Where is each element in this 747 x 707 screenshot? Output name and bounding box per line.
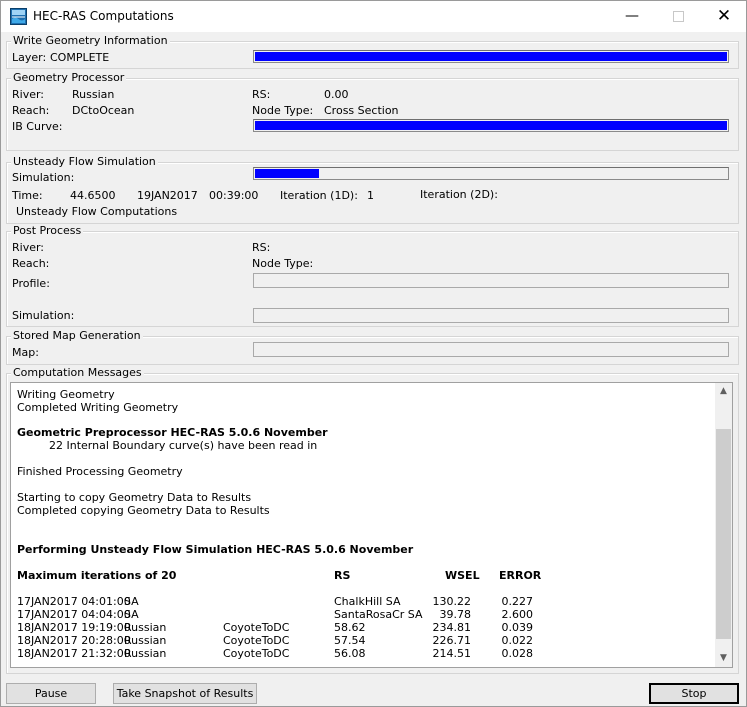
message-line: Finished Processing Geometry [17, 465, 183, 478]
row-rs: 57.54 [334, 634, 366, 647]
group-title: Computation Messages [11, 366, 144, 379]
progress-fill [255, 121, 727, 130]
row-wsel: 130.22 [432, 595, 472, 608]
table-header-error: ERROR [499, 569, 542, 582]
clock-value: 00:39:00 [209, 189, 259, 202]
row-date: 17JAN2017 04:04:00 [17, 608, 131, 621]
table-header-iterations: Maximum iterations of 20 [17, 569, 177, 582]
simulation-label: Simulation: [12, 309, 75, 322]
row-reach: CoyoteToDC [223, 647, 290, 660]
message-line: Writing Geometry [17, 388, 115, 401]
minimize-icon: — [625, 8, 639, 24]
group-title: Write Geometry Information [11, 34, 170, 47]
map-progress-bar [253, 342, 729, 357]
group-title: Stored Map Generation [11, 329, 143, 342]
computation-messages-textbox[interactable]: Writing Geometry Completed Writing Geome… [10, 382, 733, 668]
message-header: Geometric Preprocessor HEC-RAS 5.0.6 Nov… [17, 426, 328, 439]
row-error: 2.600 [501, 608, 534, 621]
table-header-rs: RS [334, 569, 351, 582]
row-wsel: 214.51 [432, 647, 472, 660]
row-date: 18JAN2017 19:19:00 [17, 621, 131, 634]
row-river: SA [124, 608, 139, 621]
message-line: 22 Internal Boundary curve(s) have been … [49, 439, 318, 452]
row-error: 0.227 [501, 595, 534, 608]
node-type-label: Node Type: [252, 257, 314, 270]
row-reach: CoyoteToDC [223, 634, 290, 647]
rs-value: 0.00 [324, 88, 349, 101]
row-rs: 58.62 [334, 621, 366, 634]
map-label: Map: [12, 346, 39, 359]
row-error: 0.028 [501, 647, 534, 660]
pause-button[interactable]: Pause [6, 683, 96, 704]
layer-value: COMPLETE [50, 51, 110, 64]
row-error: 0.022 [501, 634, 534, 647]
scroll-up-arrow-icon[interactable]: ▲ [715, 383, 732, 400]
reach-label: Reach: [12, 257, 50, 270]
row-wsel: 234.81 [432, 621, 472, 634]
node-type-label: Node Type: [252, 104, 314, 117]
row-river: Russian [124, 634, 167, 647]
row-date: 18JAN2017 21:32:00 [17, 647, 131, 660]
iteration-1d-label: Iteration (1D): [280, 189, 358, 202]
time-label: Time: [12, 189, 43, 202]
stop-button[interactable]: Stop [649, 683, 739, 704]
progress-fill [255, 52, 727, 61]
row-rs: 56.08 [334, 647, 366, 660]
row-river: SA [124, 595, 139, 608]
reach-value: DCtoOcean [72, 104, 135, 117]
time-value: 44.6500 [70, 189, 116, 202]
row-rs: SantaRosaCr SA [334, 608, 423, 621]
iteration-1d-value: 1 [367, 189, 374, 202]
message-line: Completed Writing Geometry [17, 401, 179, 414]
profile-label: Profile: [12, 277, 50, 290]
date-value: 19JAN2017 [137, 189, 198, 202]
close-icon: ✕ [716, 6, 732, 26]
take-snapshot-button[interactable]: Take Snapshot of Results [113, 683, 257, 704]
minimize-button[interactable]: — [609, 1, 655, 32]
simulation-progress-bar [253, 167, 729, 180]
row-river: Russian [124, 621, 167, 634]
row-rs: ChalkHill SA [334, 595, 401, 608]
maximize-icon [672, 10, 684, 22]
rs-label: RS: [252, 88, 271, 101]
write-geometry-progress-bar [253, 50, 729, 63]
unsteady-status: Unsteady Flow Computations [16, 205, 178, 218]
scroll-down-arrow-icon[interactable]: ▼ [715, 650, 732, 667]
ib-curve-label: IB Curve: [12, 120, 63, 133]
close-button[interactable]: ✕ [701, 1, 747, 32]
row-reach: CoyoteToDC [223, 621, 290, 634]
table-header-wsel: WSEL [445, 569, 480, 582]
messages-scrollbar[interactable]: ▲ ▼ [715, 383, 732, 667]
river-value: Russian [72, 88, 115, 101]
river-label: River: [12, 88, 45, 101]
group-title: Geometry Processor [11, 71, 127, 84]
profile-progress-bar [253, 273, 729, 288]
layer-label: Layer: [12, 51, 47, 64]
scrollbar-thumb[interactable] [716, 429, 731, 639]
row-wsel: 226.71 [432, 634, 472, 647]
simulation-label: Simulation: [12, 171, 75, 184]
message-line: Starting to copy Geometry Data to Result… [17, 491, 252, 504]
row-wsel: 39.78 [439, 608, 472, 621]
ib-curve-progress-bar [253, 119, 729, 132]
row-river: Russian [124, 647, 167, 660]
maximize-button[interactable] [655, 1, 701, 32]
row-error: 0.039 [501, 621, 534, 634]
progress-fill [255, 169, 320, 178]
rs-label: RS: [252, 241, 271, 254]
title-bar[interactable]: HEC-RAS Computations — ✕ [0, 0, 747, 32]
post-simulation-progress-bar [253, 308, 729, 323]
group-title: Unsteady Flow Simulation [11, 155, 158, 168]
window-title: HEC-RAS Computations [33, 9, 174, 23]
row-date: 17JAN2017 04:01:00 [17, 595, 131, 608]
message-header: Performing Unsteady Flow Simulation HEC-… [17, 543, 414, 556]
row-date: 18JAN2017 20:28:00 [17, 634, 131, 647]
node-type-value: Cross Section [324, 104, 399, 117]
hec-ras-app-icon [10, 8, 27, 25]
iteration-2d-label: Iteration (2D): [420, 188, 498, 201]
message-line: Completed copying Geometry Data to Resul… [17, 504, 270, 517]
group-title: Post Process [11, 224, 84, 237]
river-label: River: [12, 241, 45, 254]
reach-label: Reach: [12, 104, 50, 117]
